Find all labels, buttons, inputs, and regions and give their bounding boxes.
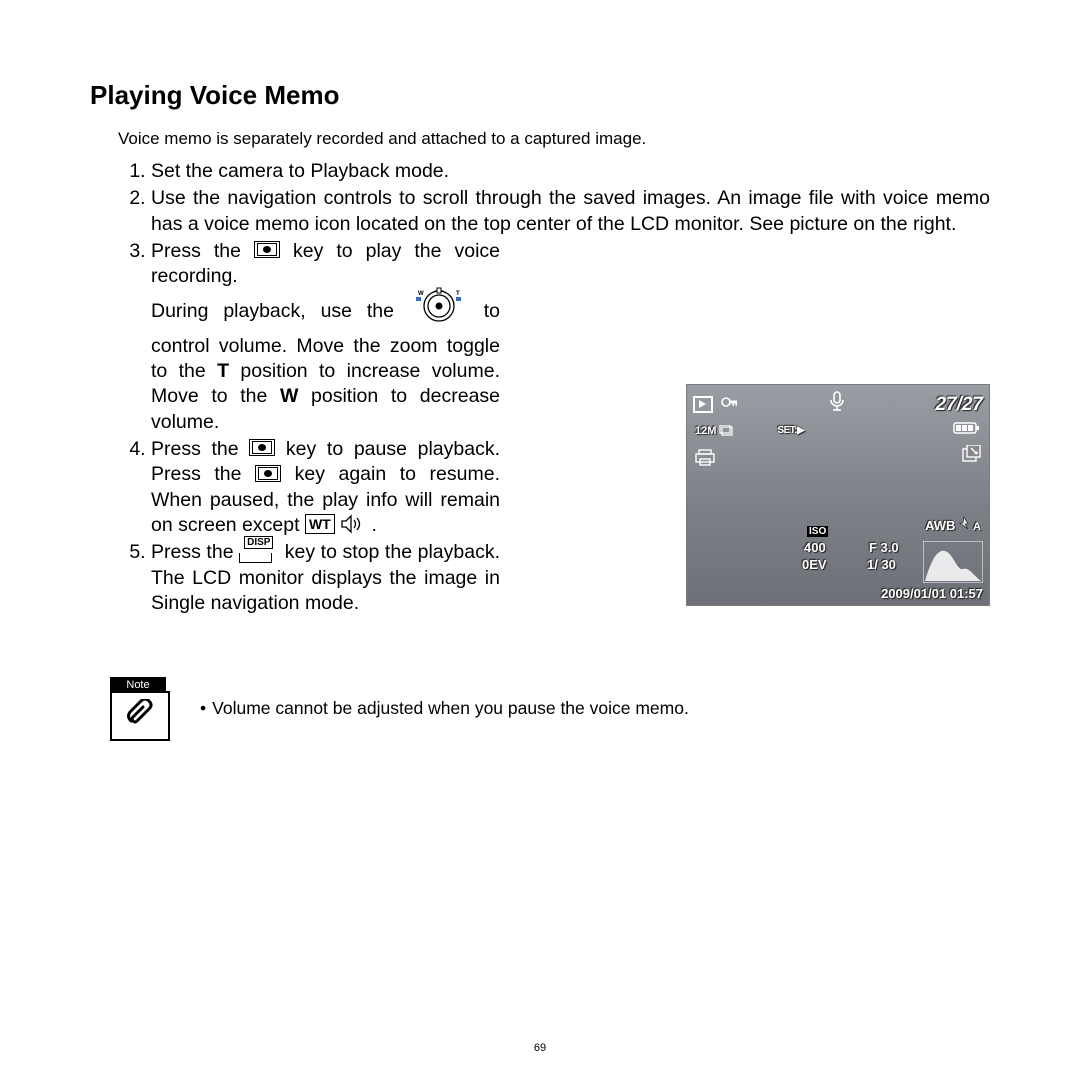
note-text: •Volume cannot be adjusted when you paus… xyxy=(200,698,689,719)
section-title: Playing Voice Memo xyxy=(90,80,990,111)
lcd-iso-label: ISO xyxy=(807,526,828,537)
dpof-icon xyxy=(961,445,981,468)
step-2: Use the navigation controls to scroll th… xyxy=(151,186,990,237)
svg-text:T: T xyxy=(456,291,460,297)
lcd-fstop: F 3.0 xyxy=(869,540,899,555)
battery-icon xyxy=(953,421,981,440)
lcd-datetime: 2009/01/01 01:57 xyxy=(881,586,983,601)
step3-text-a: Press the xyxy=(151,240,254,262)
note-section: Note •Volume cannot be adjusted when you… xyxy=(110,677,990,741)
paperclip-icon xyxy=(110,691,170,741)
step3-text-c: During playback, use the xyxy=(151,300,409,322)
intro-text: Voice memo is separately recorded and at… xyxy=(118,129,990,149)
disp-button-icon: DISP xyxy=(239,539,279,563)
step4-text-d: . xyxy=(372,514,377,536)
playback-mode-icon xyxy=(693,396,713,413)
printer-icon xyxy=(695,449,715,472)
camera-button-icon xyxy=(249,439,275,456)
lcd-iso-value: 400 xyxy=(804,540,826,555)
t-label: T xyxy=(217,360,229,382)
protect-key-icon xyxy=(721,394,739,416)
step-1: Set the camera to Playback mode. xyxy=(151,159,990,184)
camera-button-icon xyxy=(255,465,281,482)
voice-memo-icon xyxy=(828,391,846,418)
lcd-preview: 27/27 12M SET:▶ AWB A ISO 400 0EV F 3.0 … xyxy=(686,384,990,606)
step5-text-a: Press the xyxy=(151,541,239,563)
lcd-counter: 27/27 xyxy=(935,394,983,416)
step4-text-a: Press the xyxy=(151,438,249,460)
zoom-toggle-icon: W T xyxy=(409,284,469,328)
lcd-set-play: SET:▶ xyxy=(777,425,804,436)
w-label: W xyxy=(280,385,298,407)
histogram-icon xyxy=(923,541,983,583)
lcd-ev: 0EV xyxy=(802,557,827,572)
wt-button-icon: WT xyxy=(305,514,335,534)
lcd-image-size: 12M xyxy=(695,425,733,437)
page-number: 69 xyxy=(0,1042,1080,1054)
speaker-icon xyxy=(340,514,366,534)
lcd-shutter: 1/ 30 xyxy=(867,557,896,572)
svg-text:W: W xyxy=(418,291,424,297)
camera-button-icon xyxy=(254,241,280,258)
lcd-awb: AWB A xyxy=(925,516,981,533)
